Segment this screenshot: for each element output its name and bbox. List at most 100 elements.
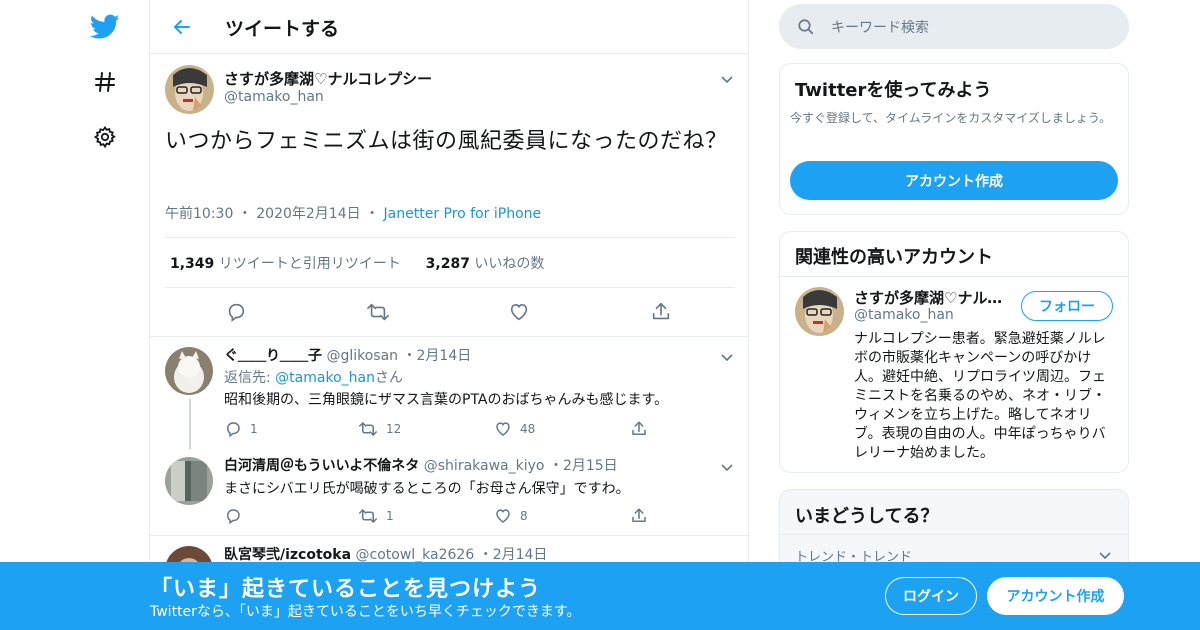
retweet-count: 1,349 [170,256,215,272]
search-input-placeholder[interactable]: キーワード検索 [831,17,929,37]
share-icon [632,508,646,522]
share-button[interactable] [630,419,656,439]
reply-tweet[interactable]: ぐ＿＿り＿＿子 @glikosan ・2月14日 返信先: @tamako_ha… [150,337,748,449]
reply-icon [226,422,240,438]
like-heart-icon[interactable] [508,301,532,323]
reply-icon[interactable] [225,301,249,323]
retweet-count: 12 [386,422,402,436]
like-count: 3,287 [425,256,470,272]
settings-gear-icon[interactable] [90,122,120,152]
related-account-name[interactable]: さすが多摩湖♡ナルコレプシー [854,287,1004,308]
meta-dot: ・ [402,348,417,364]
author-name[interactable]: さすが多摩湖♡ナルコレプシー [224,68,432,89]
divider [165,287,735,288]
tweet-source-link[interactable]: Janetter Pro for iPhone [384,206,542,222]
divider [165,237,735,238]
explore-hashtag-icon[interactable] [90,67,120,97]
banner-create-account-button[interactable]: アカウント作成 [987,577,1124,615]
like-count: 8 [520,509,528,523]
meta-dot: ・ [365,206,380,222]
chevron-down-icon[interactable] [1098,547,1112,561]
reply-button[interactable]: 1 [224,419,258,439]
author-handle[interactable]: @tamako_han [224,89,324,105]
meta-dot: ・ [237,206,252,222]
reply-to-line: 返信先: @tamako_hanさん [224,367,403,387]
reply-header: 白河清周＠もういいよ不倫ネタ @shirakawa_kiyo ・2月15日 [224,455,618,475]
reply-text: まさにシバエリ氏が喝破するところの「お母さん保守」ですわ。 [224,481,630,497]
retweet-button[interactable]: 1 [358,506,394,526]
reply-author-handle[interactable]: @cotowl_ka2626 [356,547,475,562]
related-accounts-card: 関連性の高いアカウント さすが多摩湖♡ナルコレプシー @tamako_han フ… [779,231,1129,473]
divider [780,534,1128,535]
reply-count: 1 [250,422,258,436]
reply-author-name[interactable]: 白河清周＠もういいよ不倫ネタ [224,458,419,474]
reply-to-prefix: 返信先: [224,370,276,386]
like-button[interactable]: 48 [494,419,535,439]
avatar[interactable] [165,347,213,395]
like-heart-icon [496,509,510,523]
reply-header: ぐ＿＿り＿＿子 @glikosan ・2月14日 [224,345,471,365]
tweet-meta: 午前10:30 ・ 2020年2月14日 ・ Janetter Pro for … [165,203,541,223]
share-icon [632,421,646,435]
related-account-handle[interactable]: @tamako_han [854,307,954,323]
reply-actions: 1 8 [224,506,664,526]
twitter-logo-icon[interactable] [90,12,120,42]
chevron-down-icon[interactable] [720,349,734,363]
chevron-down-icon[interactable] [720,459,734,473]
bottom-signup-banner: 「いま」起きていることを見つけよう Twitterなら、「いま」起きていることを… [0,562,1200,630]
meta-dot: ・ [548,458,563,474]
follow-button[interactable]: フォロー [1021,291,1113,321]
like-count: 48 [520,422,536,436]
like-heart-icon [496,422,510,436]
thread-line [189,399,191,449]
meta-dot: ・ [478,547,493,562]
reply-actions: 1 12 48 [224,419,664,439]
related-card-title: 関連性の高いアカウント [795,247,993,268]
tweet-stats: 1,349 リツイートと引用リツイート 3,287 いいねの数 [170,253,544,273]
reply-author-handle[interactable]: @shirakawa_kiyo [424,458,545,474]
reply-author-handle[interactable]: @glikosan [326,348,398,364]
avatar[interactable] [165,546,213,562]
reply-date[interactable]: 2月15日 [563,458,618,474]
retweet-button[interactable]: 12 [358,419,401,439]
trends-title: いまどうしてる？ [795,506,939,527]
search-icon [797,18,815,40]
share-icon[interactable] [650,301,674,323]
like-button[interactable]: 8 [494,506,528,526]
signup-card: Twitterを使ってみよう 今すぐ登録して、タイムラインをカスタマイズしましょ… [779,63,1129,215]
avatar[interactable] [165,65,214,114]
signup-card-desc: 今すぐ登録して、タイムラインをカスタマイズしましょう。 [790,111,1112,125]
retweet-icon[interactable] [366,301,390,323]
reply-author-name[interactable]: ぐ＿＿り＿＿子 [224,348,322,364]
signup-card-title: Twitterを使ってみよう [795,80,992,101]
reply-date[interactable]: 2月14日 [417,348,472,364]
like-stat[interactable]: 3,287 いいねの数 [426,256,545,272]
avatar[interactable] [165,457,213,505]
search-bar[interactable]: キーワード検索 [779,4,1129,49]
page-title: ツイートする [225,18,340,40]
reply-header: 臥宮琴弐/izcotoka @cotowl_ka2626 ・2月14日 [224,544,547,562]
retweet-stat[interactable]: 1,349 リツイートと引用リツイート [170,256,401,272]
create-account-button[interactable]: アカウント作成 [790,161,1118,200]
reply-date[interactable]: 2月14日 [493,547,548,562]
share-button[interactable] [630,506,656,526]
retweet-count: 1 [386,509,394,523]
reply-author-name[interactable]: 臥宮琴弐/izcotoka [224,547,351,562]
related-account-bio: ナルコレプシー患者。緊急避妊薬ノルレボの市販薬化キャンペーンの呼びかけ人。避妊中… [854,331,1106,461]
reply-button[interactable] [224,506,250,526]
reply-to-handle-link[interactable]: @tamako_han [275,370,375,386]
page-header: ツイートする [150,0,748,54]
retweet-label: リツイートと引用リツイート [218,256,401,272]
reply-tweet[interactable]: 白河清周＠もういいよ不倫ネタ @shirakawa_kiyo ・2月15日 まさ… [150,447,748,536]
reply-icon [226,509,240,525]
avatar[interactable] [795,287,844,336]
tweet-date[interactable]: 2020年2月14日 [256,206,360,222]
reply-tweet[interactable]: 臥宮琴弐/izcotoka @cotowl_ka2626 ・2月14日 [150,536,748,562]
tweet-text: いつからフェミニズムは街の風紀委員になったのだね？ [165,129,728,154]
main-tweet: さすが多摩湖♡ナルコレプシー @tamako_han いつからフェミニズムは街の… [150,54,748,337]
banner-subtitle: Twitterなら、「いま」起きていることをいち早くチェックできます。 [150,604,581,620]
back-arrow-icon[interactable] [170,15,194,39]
reply-text: 昭和後期の、三角眼鏡にザマス言葉のPTAのおばちゃんみも感じます。 [224,392,669,408]
chevron-down-icon[interactable] [720,71,734,85]
login-button[interactable]: ログイン [885,577,977,615]
